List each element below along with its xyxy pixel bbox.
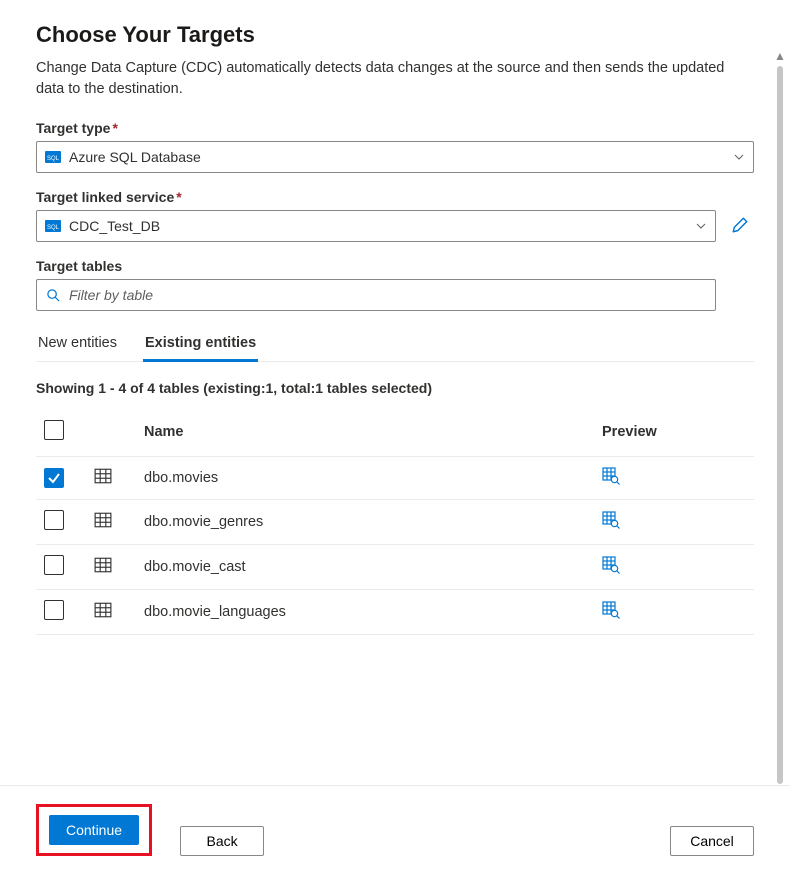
filter-table-input[interactable] — [67, 286, 707, 304]
cancel-button[interactable]: Cancel — [670, 826, 754, 856]
table-icon — [94, 556, 112, 574]
continue-highlight: Continue — [36, 804, 152, 856]
preview-button[interactable] — [602, 601, 620, 619]
preview-button[interactable] — [602, 467, 620, 485]
wizard-footer: Continue Back Cancel — [0, 785, 790, 880]
table-row: dbo.movie_genres — [36, 500, 754, 545]
page-description: Change Data Capture (CDC) automatically … — [36, 58, 754, 100]
target-type-label-text: Target type — [36, 120, 110, 136]
tab-new-entities[interactable]: New entities — [36, 327, 119, 361]
back-button[interactable]: Back — [180, 826, 264, 856]
scroll-up-icon: ▲ — [774, 50, 786, 62]
table-icon — [94, 511, 112, 529]
target-type-label: Target type* — [36, 120, 754, 136]
column-header-preview: Preview — [594, 410, 754, 457]
row-checkbox[interactable] — [44, 600, 64, 620]
target-tables-group: Target tables — [36, 258, 716, 311]
preview-button[interactable] — [602, 556, 620, 574]
target-type-group: Target type* SQL Azure SQL Database — [36, 120, 754, 173]
target-tables-table: Name Preview dbo.movies dbo.movie_genresd… — [36, 410, 754, 635]
sql-database-icon: SQL — [45, 218, 61, 234]
table-icon — [94, 601, 112, 619]
column-header-name: Name — [136, 410, 594, 457]
svg-text:SQL: SQL — [47, 156, 60, 162]
target-type-value: Azure SQL Database — [69, 149, 733, 165]
target-type-select[interactable]: SQL Azure SQL Database — [36, 141, 754, 173]
table-name: dbo.movie_languages — [144, 604, 286, 620]
row-checkbox[interactable] — [44, 555, 64, 575]
table-icon — [94, 467, 112, 485]
target-linked-service-label-text: Target linked service — [36, 189, 174, 205]
continue-button[interactable]: Continue — [49, 815, 139, 845]
svg-text:SQL: SQL — [47, 225, 60, 231]
required-asterisk: * — [112, 120, 117, 136]
row-checkbox[interactable] — [44, 510, 64, 530]
edit-linked-service-button[interactable] — [726, 212, 754, 240]
target-linked-service-select[interactable]: SQL CDC_Test_DB — [36, 210, 716, 242]
target-linked-service-label: Target linked service* — [36, 189, 754, 205]
page-title: Choose Your Targets — [36, 22, 754, 48]
table-summary: Showing 1 - 4 of 4 tables (existing:1, t… — [36, 380, 754, 396]
sql-database-icon: SQL — [45, 149, 61, 165]
row-checkbox[interactable] — [44, 468, 64, 488]
select-all-checkbox[interactable] — [44, 420, 64, 440]
target-linked-service-group: Target linked service* SQL CDC_Test_DB — [36, 189, 754, 242]
preview-button[interactable] — [602, 511, 620, 529]
required-asterisk: * — [176, 189, 181, 205]
chevron-down-icon — [695, 220, 707, 232]
table-name: dbo.movie_genres — [144, 514, 263, 530]
target-tables-label: Target tables — [36, 258, 716, 274]
filter-table-box[interactable] — [36, 279, 716, 311]
pencil-icon — [731, 216, 749, 237]
target-linked-service-value: CDC_Test_DB — [69, 218, 695, 234]
tab-existing-entities[interactable]: Existing entities — [143, 327, 258, 361]
table-name: dbo.movie_cast — [144, 559, 246, 575]
search-icon — [45, 287, 61, 303]
scroll-thumb[interactable] — [777, 66, 783, 784]
table-name: dbo.movies — [144, 470, 218, 486]
table-row: dbo.movies — [36, 457, 754, 500]
vertical-scrollbar[interactable]: ▲ ▼ — [774, 50, 786, 800]
table-row: dbo.movie_languages — [36, 590, 754, 635]
chevron-down-icon — [733, 151, 745, 163]
entity-tabs: New entities Existing entities — [36, 327, 754, 362]
table-row: dbo.movie_cast — [36, 545, 754, 590]
